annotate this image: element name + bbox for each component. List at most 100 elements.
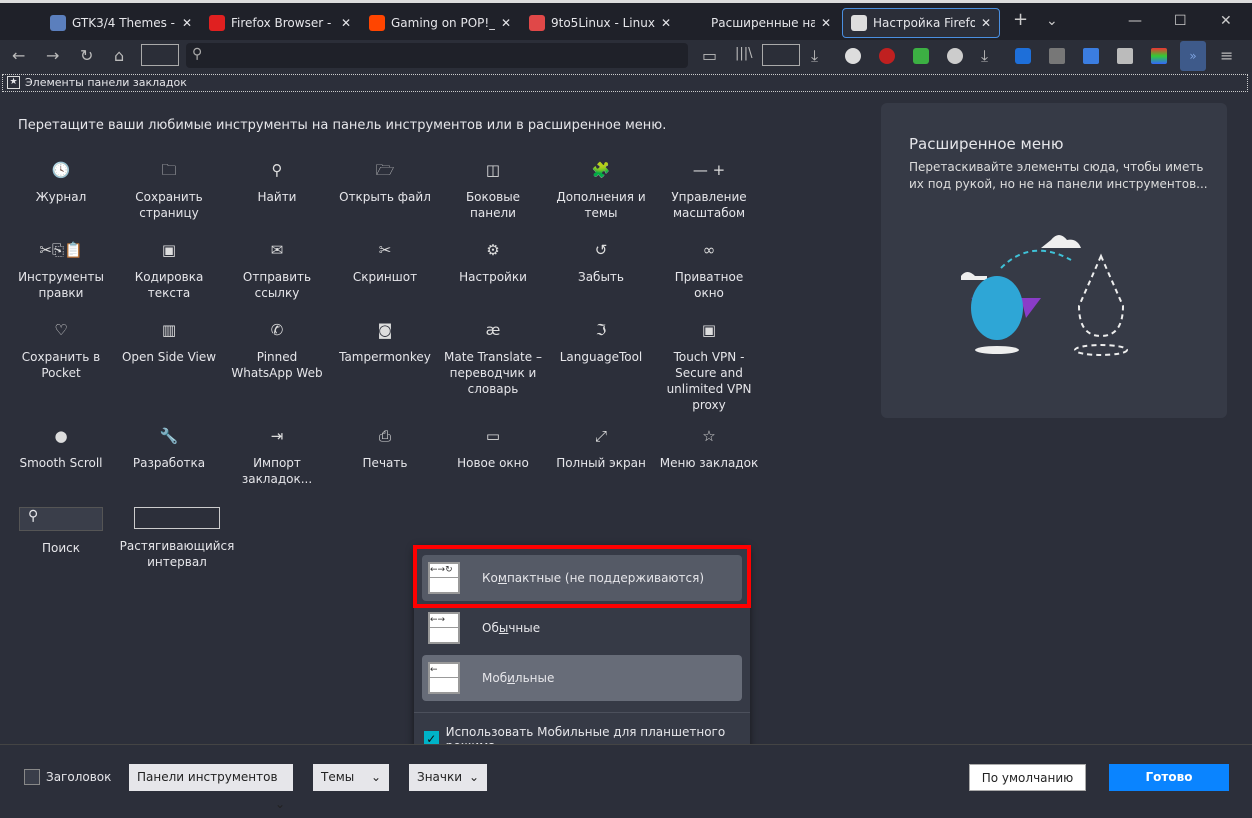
palette-item[interactable]: ▣ Кодировка текста <box>119 242 219 301</box>
palette-item-icon: ✂⎘📋 <box>39 241 83 259</box>
palette-item-label: Открыть файл <box>339 190 431 204</box>
palette-item[interactable]: ℑ LanguageTool <box>551 322 651 365</box>
themes-dropdown[interactable]: Темы ⌄ <box>313 764 389 791</box>
palette-item-label: Забыть <box>578 270 624 284</box>
library-icon[interactable]: |||\ <box>735 46 753 61</box>
palette-item[interactable]: ⇥ Импорт закладок... <box>227 428 327 487</box>
palette-item[interactable]: ▣ Touch VPN - Secure and unlimited VPN pr… <box>659 322 759 413</box>
bookmarks-items-label: Элементы панели закладок <box>25 76 187 89</box>
tab-favicon-icon <box>50 15 66 31</box>
palette-item-icon: ◫ <box>485 161 501 179</box>
palette-item[interactable]: — + Управление масштабом <box>659 162 759 221</box>
close-tab-icon[interactable]: ✕ <box>661 16 671 30</box>
density-dropdown[interactable]: Значки ⌄ <box>409 764 487 791</box>
tab[interactable]: Расширенные настрой ✕ <box>681 8 839 38</box>
extension-download-icon[interactable]: ⤓ <box>981 46 988 66</box>
url-bar[interactable]: ⚲ <box>186 43 688 68</box>
palette-item-icon: ⚙ <box>486 241 500 259</box>
close-tab-icon[interactable]: ✕ <box>821 16 831 30</box>
palette-item[interactable]: ▥ Open Side View <box>119 322 219 365</box>
menu-icon[interactable]: ≡ <box>1220 46 1233 65</box>
chevron-down-icon: ⌄ <box>370 770 381 784</box>
palette-item[interactable]: ⚲ Найти <box>227 162 327 205</box>
restore-defaults-button[interactable]: По умолчанию <box>969 764 1086 791</box>
extension-red-icon[interactable] <box>879 48 895 64</box>
extension-shield-icon[interactable] <box>913 48 929 64</box>
palette-item-label: Сохранить страницу <box>135 190 203 220</box>
palette-item[interactable]: 🗀 Сохранить страницу <box>119 162 219 221</box>
tab-favicon-icon <box>529 15 545 31</box>
tab[interactable]: GTK3/4 Themes - G ✕ <box>42 8 200 38</box>
palette-item-flexible-space[interactable]: Растягивающийся интервал <box>119 507 235 570</box>
palette-item[interactable]: ✂⎘📋 Инструменты правки <box>11 242 111 301</box>
palette-item-label: Приватное окно <box>674 270 744 300</box>
palette-item[interactable]: ◫ Боковые панели <box>443 162 543 221</box>
palette-item[interactable]: ✉ Отправить ссылку <box>227 242 327 301</box>
palette-item[interactable]: 🧩 Дополнения и темы <box>551 162 651 221</box>
palette-item[interactable]: ↺ Забыть <box>551 242 651 285</box>
bitwarden-icon[interactable] <box>1015 48 1031 64</box>
palette-item[interactable]: ▭ Новое окно <box>443 428 543 471</box>
extension-colors-icon[interactable] <box>1151 48 1167 64</box>
palette-item-icon: ⤢ <box>594 427 607 445</box>
tab[interactable]: Gaming on POP!_O ✕ <box>361 8 519 38</box>
tab-favicon-icon <box>369 15 385 31</box>
palette-item-search[interactable]: ⚲ Поиск <box>11 507 111 556</box>
translate-icon[interactable] <box>1083 48 1099 64</box>
palette-item[interactable]: ♡ Сохранить в Pocket <box>11 322 111 381</box>
minimize-button[interactable]: — <box>1128 13 1142 29</box>
palette-item[interactable]: ● Smooth Scroll <box>11 428 111 471</box>
back-icon[interactable]: ← <box>12 46 25 65</box>
palette-item[interactable]: ∞ Приватное окно <box>659 242 759 301</box>
palette-item-label: Новое окно <box>457 456 529 470</box>
palette-item-icon: ✉ <box>270 241 284 259</box>
palette-item-label: Open Side View <box>121 350 217 364</box>
close-tab-icon[interactable]: ✕ <box>341 16 351 30</box>
palette-item[interactable]: ✂ Скриншот <box>335 242 435 285</box>
tab[interactable]: Настройка Firefox ✕ <box>842 8 1000 38</box>
palette-item-icon: 🕓 <box>51 161 71 179</box>
palette-item[interactable]: 🗁 Открыть файл <box>335 162 435 205</box>
checkbox-unchecked-icon[interactable] <box>24 769 40 785</box>
reload-icon[interactable]: ↻ <box>80 46 93 65</box>
highlight-box <box>413 545 751 608</box>
palette-item[interactable]: 🔧 Разработка <box>119 428 219 471</box>
palette-item-label: Поиск <box>41 541 80 555</box>
density-option[interactable]: ← Мобильные <box>422 655 742 701</box>
palette-item[interactable]: æ Mate Translate – переводчик и словарь <box>443 322 543 397</box>
palette-item-label: Скриншот <box>352 270 418 284</box>
toolbars-dropdown[interactable]: Панели инструментов ⌄ <box>129 764 293 811</box>
title-bar-checkbox[interactable]: Заголовок <box>24 769 111 785</box>
sidebar-icon[interactable]: ▭ <box>702 46 717 65</box>
tab[interactable]: 9to5Linux - Linux n ✕ <box>521 8 679 38</box>
mail-icon[interactable] <box>1049 48 1065 64</box>
density-option[interactable]: ←→ Обычные <box>422 605 742 651</box>
palette-item-label: Полный экран <box>556 456 646 470</box>
home-icon[interactable]: ⌂ <box>114 46 124 65</box>
maximize-button[interactable]: ☐ <box>1174 13 1187 29</box>
tab[interactable]: Firefox Browser - Cr ✕ <box>201 8 359 38</box>
palette-item-icon: ☆ <box>702 427 716 445</box>
extension-chat-icon[interactable] <box>1117 48 1133 64</box>
new-tab-button[interactable]: + <box>1013 9 1028 30</box>
palette-item[interactable]: ☆ Меню закладок <box>659 428 759 471</box>
palette-item[interactable]: 🕓 Журнал <box>11 162 111 205</box>
extension-m-icon[interactable] <box>845 48 861 64</box>
tab-title: 9to5Linux - Linux n <box>551 16 655 30</box>
close-tab-icon[interactable]: ✕ <box>981 16 991 30</box>
palette-item[interactable]: ⎙ Печать <box>335 428 435 471</box>
overflow-menu-button[interactable]: » <box>1180 41 1206 71</box>
list-tabs-button[interactable]: ⌄ <box>1046 13 1058 29</box>
downloads-icon[interactable]: ⤓ <box>811 46 818 66</box>
extension-robot-icon[interactable] <box>947 48 963 64</box>
palette-item[interactable]: ⚙ Настройки <box>443 242 543 285</box>
close-tab-icon[interactable]: ✕ <box>182 16 192 30</box>
palette-item[interactable]: ✆ Pinned WhatsApp Web <box>227 322 327 381</box>
palette-item[interactable]: ⤢ Полный экран <box>551 428 651 471</box>
palette-item[interactable]: ◙ Tampermonkey <box>335 322 435 365</box>
palette-item-label: Найти <box>257 190 297 204</box>
close-tab-icon[interactable]: ✕ <box>501 16 511 30</box>
forward-icon[interactable]: → <box>46 46 59 65</box>
close-window-button[interactable]: ✕ <box>1220 13 1232 29</box>
done-button[interactable]: Готово <box>1109 764 1229 791</box>
